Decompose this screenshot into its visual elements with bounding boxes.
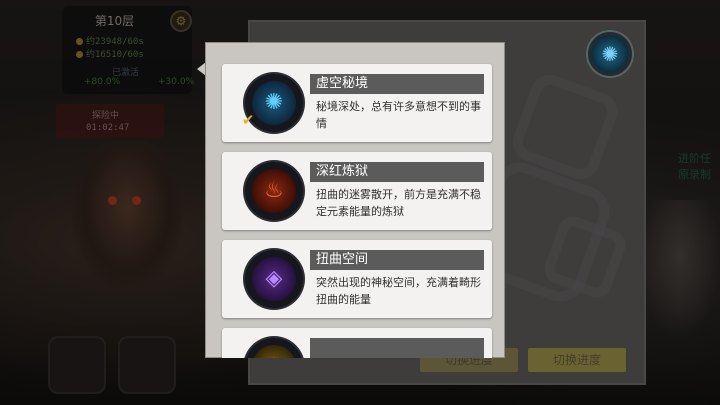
world-name: 深红炼狱 — [316, 164, 369, 179]
world-name: 虚空秘境 — [316, 76, 369, 91]
twisted-rune-icon: ◈ — [252, 257, 296, 301]
world-card-crimson[interactable]: ♨ 深红炼狱 扭曲的迷雾散开，前方是充满不稳定元素能量的炼狱 — [222, 152, 492, 230]
void-lotus-icon: ✺ — [252, 81, 296, 125]
world-description: 秘境深处，总有许多意想不到的事情 — [316, 100, 481, 130]
world-description: 扭曲的迷雾散开，前方是充满不稳定元素能量的炼狱 — [316, 188, 481, 218]
title-bar — [310, 338, 484, 358]
world-card-void[interactable]: ✺ ✔ 虚空秘境 秘境深处，总有许多意想不到的事情 — [222, 64, 492, 142]
golden-world-icon: ✦ — [252, 345, 296, 358]
switch-progress-button[interactable]: 切换进度 — [528, 348, 626, 372]
world-card-golden[interactable]: ✦ — [222, 328, 492, 358]
world-card-twisted[interactable]: ◈ 扭曲空间 突然出现的神秘空间，充满着畸形扭曲的能量 — [222, 240, 492, 318]
crimson-flame-icon: ♨ — [252, 169, 296, 213]
world-description: 突然出现的神秘空间，充满着畸形扭曲的能量 — [316, 276, 481, 306]
world-name: 扭曲空间 — [316, 252, 369, 267]
world-select-list[interactable]: ✺ ✔ 虚空秘境 秘境深处，总有许多意想不到的事情 ♨ 深红炼狱 扭曲的迷雾散开… — [205, 42, 505, 358]
selected-check-icon: ✔ — [241, 111, 255, 129]
current-world-icon[interactable]: ✺ — [588, 32, 632, 76]
world-emblem: ♨ — [245, 162, 303, 220]
world-emblem: ◈ — [245, 250, 303, 308]
world-emblem: ✦ — [245, 338, 303, 358]
